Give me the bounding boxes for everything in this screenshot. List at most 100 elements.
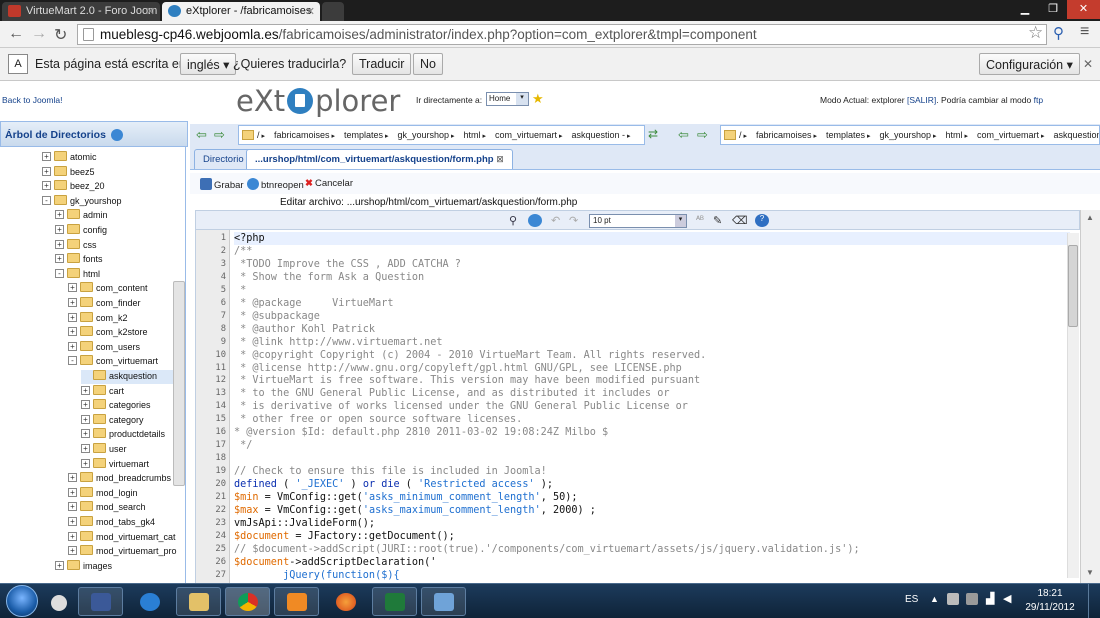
close-icon[interactable]: ✕ (1083, 57, 1093, 71)
tree-node[interactable]: + com_content (68, 282, 148, 296)
tree-node[interactable]: + config (55, 224, 107, 238)
tree-node[interactable]: + virtuemart (81, 457, 149, 472)
refresh-icon[interactable] (110, 129, 123, 141)
tree-node[interactable]: + admin (55, 209, 108, 223)
ftp-mode-link[interactable]: ftp (1034, 95, 1043, 105)
tree-node[interactable]: + mod_tabs_gk4 (68, 516, 155, 530)
tree-node[interactable]: + com_k2store (68, 326, 148, 340)
translate-button[interactable]: Traducir (352, 53, 412, 75)
close-icon[interactable]: ✕ (306, 5, 315, 18)
tree-node[interactable]: + mod_search (68, 501, 146, 515)
taskbar-media[interactable] (274, 587, 319, 616)
path-segment[interactable]: fabricamoises ▸ (274, 130, 335, 140)
close-icon[interactable]: ✕ (146, 5, 155, 18)
collapse-icon[interactable]: - (68, 356, 77, 366)
forward-arrow-icon[interactable]: ⇨ (214, 127, 225, 143)
expand-icon[interactable]: + (68, 473, 77, 483)
expand-icon[interactable]: + (55, 239, 64, 249)
close-tab-icon[interactable]: ⊠ (496, 154, 504, 164)
menu-icon[interactable]: ≡ (1080, 23, 1089, 41)
reload-icon[interactable]: ↻ (54, 25, 67, 45)
path-segment[interactable]: askquestion - ▸ (571, 130, 630, 140)
taskbar-ie[interactable] (127, 587, 172, 616)
cancel-button[interactable]: ✖ Cancelar (305, 178, 353, 189)
browser-tab-virtuemart[interactable]: VirtueMart 2.0 - Foro Joom ✕ (2, 2, 160, 21)
expand-icon[interactable]: + (68, 298, 77, 307)
scroll-down-icon[interactable]: ▼ (1086, 568, 1094, 577)
code-line[interactable]: * @link http://www.virtuemart.net (234, 336, 442, 349)
favorite-star-icon[interactable]: ★ (532, 91, 544, 107)
path-segment[interactable]: templates ▸ (826, 130, 871, 140)
volume-icon[interactable]: ◀ (1003, 592, 1011, 605)
chevron-right-icon[interactable]: ▸ (742, 133, 747, 140)
tree-node[interactable]: - com_virtuemart (68, 355, 158, 369)
font-size-select[interactable]: 10 pt ▾ (589, 214, 687, 228)
expand-icon[interactable]: + (68, 327, 77, 337)
expand-icon[interactable]: + (68, 502, 77, 512)
path-segment[interactable]: gk_yourshop ▸ (397, 130, 454, 140)
code-line[interactable]: * Show the form Ask a Question (234, 271, 424, 284)
expand-icon[interactable]: + (55, 254, 64, 264)
code-line[interactable]: *TODO Improve the CSS , ADD CATCHA ? (234, 258, 461, 271)
chevron-right-icon[interactable]: ▸ (963, 133, 968, 140)
tree-node[interactable]: + cart (81, 384, 124, 399)
chevron-right-icon[interactable]: ▸ (865, 133, 871, 140)
expand-icon[interactable]: + (68, 283, 77, 293)
start-button[interactable] (6, 585, 38, 617)
tree-node[interactable]: + user (81, 443, 127, 457)
taskbar-chrome[interactable] (225, 587, 270, 616)
path-breadcrumb-right[interactable]: / ▸ fabricamoises ▸ templates ▸ gk_yourshop… (720, 125, 1100, 145)
no-button[interactable]: No (413, 53, 443, 75)
scroll-up-icon[interactable]: ▲ (1086, 213, 1094, 222)
config-button[interactable]: Configuración ▾ (979, 53, 1080, 75)
language-select[interactable]: inglés ▾ (180, 53, 237, 75)
tree-node[interactable]: askquestion (81, 370, 174, 384)
highlight-icon[interactable]: ✎ (713, 214, 727, 227)
path-segment[interactable]: html ▸ (946, 130, 968, 140)
taskbar-firefox[interactable] (323, 587, 368, 616)
back-arrow-icon[interactable]: ⇦ (678, 127, 689, 143)
language-indicator[interactable]: ES (905, 594, 918, 605)
undo-icon[interactable]: ↶ (551, 214, 565, 227)
path-segment[interactable]: templates ▸ (344, 130, 389, 140)
path-segment[interactable]: / ▸ (739, 130, 747, 140)
expand-icon[interactable]: + (68, 312, 77, 322)
code-line[interactable]: jQuery(function($){ (234, 569, 400, 582)
save-button[interactable]: Grabar (200, 178, 244, 191)
path-segment[interactable]: com_virtuemart ▸ (495, 130, 562, 140)
tree-node[interactable]: + beez5 (42, 165, 95, 180)
chevron-right-icon[interactable]: ▸ (449, 133, 455, 140)
spellcheck-icon[interactable]: ᴬᴮ (696, 214, 710, 227)
expand-icon[interactable]: + (81, 414, 90, 424)
close-window-icon[interactable]: ✕ (1067, 0, 1100, 19)
chevron-right-icon[interactable]: ▸ (931, 133, 937, 140)
maximize-icon[interactable]: ❐ (1039, 0, 1067, 19)
url-input[interactable]: mueblesg-cp46.webjoomla.es/fabricamoises… (77, 24, 1047, 45)
expand-icon[interactable]: + (81, 458, 90, 468)
expand-icon[interactable]: + (68, 531, 77, 541)
tree-node[interactable]: - gk_yourshop (42, 194, 122, 209)
minimize-icon[interactable]: ▁ (1011, 0, 1039, 19)
goto-select[interactable]: Home ▾ (486, 92, 529, 106)
tab-directory[interactable]: Directorio (194, 149, 253, 169)
expand-icon[interactable]: + (55, 225, 64, 234)
code-line[interactable]: * other free or open source software lic… (234, 413, 522, 426)
collapse-icon[interactable]: - (55, 268, 64, 278)
tab-form-php[interactable]: ...urshop/html/com_virtuemart/askquestio… (246, 149, 513, 169)
code-line[interactable]: * (234, 284, 246, 297)
tree-node[interactable]: + com_k2 (68, 311, 128, 326)
code-line[interactable]: $document = JFactory::getDocument(); (234, 530, 455, 543)
chevron-right-icon[interactable]: ▸ (625, 133, 631, 140)
taskbar-explorer[interactable] (176, 587, 221, 616)
code-line[interactable]: // $document->addScript(JURI::root(true)… (234, 543, 860, 556)
flag-icon[interactable] (947, 593, 959, 605)
code-scrollbar-thumb[interactable] (1068, 245, 1078, 327)
code-line[interactable]: defined ( '_JEXEC' ) or die ( 'Restricte… (234, 478, 553, 491)
code-editor[interactable]: 1 2 3 4 5 6 7 8 9 10 11 12 13 14 15 16 17 18 19 20 21 22 23 24 2… (195, 230, 1080, 583)
forward-arrow-icon[interactable]: → (31, 25, 47, 43)
taskbar-app-9[interactable] (421, 587, 466, 616)
code-line[interactable]: * @subpackage (234, 310, 320, 323)
taskbar-app-1[interactable] (45, 587, 75, 616)
tree-node[interactable]: + beez_20 (42, 180, 105, 194)
expand-icon[interactable]: + (55, 210, 64, 220)
